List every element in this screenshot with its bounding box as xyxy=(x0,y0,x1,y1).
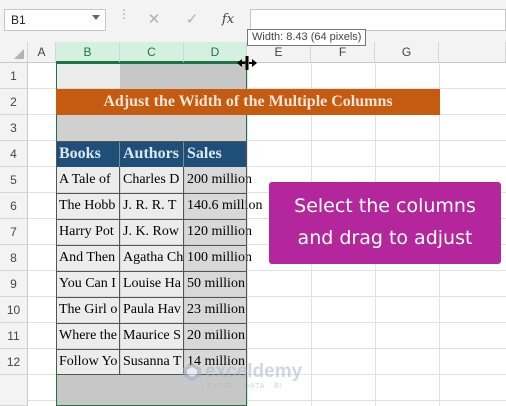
row-header-11[interactable]: 11 xyxy=(0,323,28,349)
row-header-12[interactable]: 12 xyxy=(0,349,28,375)
formula-input[interactable] xyxy=(250,9,506,31)
callout-line-1: Select the columns xyxy=(294,195,476,217)
row-header-2[interactable]: 2 xyxy=(0,89,28,115)
table-header-sales: Sales xyxy=(184,141,247,167)
resize-cursor-icon xyxy=(237,56,257,70)
select-all-icon xyxy=(14,49,24,59)
table-row-line xyxy=(56,297,247,298)
row-header-1[interactable]: 1 xyxy=(0,63,28,89)
table-cell-author[interactable]: Charles D xyxy=(120,167,184,193)
table-cell-sales[interactable]: 100 million xyxy=(184,245,252,271)
row-header-5[interactable]: 5 xyxy=(0,167,28,193)
table-cell-author[interactable]: J. K. Row xyxy=(120,219,184,245)
table-row-line xyxy=(56,349,247,350)
select-all-button[interactable] xyxy=(0,42,28,63)
table-header-authors: Authors xyxy=(120,141,184,167)
table-cell-author[interactable]: Paula Hav xyxy=(120,297,184,323)
table-cell-sales[interactable]: 200 million xyxy=(184,167,252,193)
row-header-13[interactable] xyxy=(0,375,28,406)
row-header-4[interactable]: 4 xyxy=(0,141,28,167)
table-cell-sales[interactable]: 23 million xyxy=(184,297,247,323)
table-row-line xyxy=(56,245,247,246)
column-header-h[interactable] xyxy=(439,42,506,63)
table-cell-book[interactable]: You Can I xyxy=(56,271,120,297)
enter-icon[interactable]: ✓ xyxy=(180,9,204,31)
function-icon[interactable]: fx xyxy=(216,9,240,31)
column-header-g[interactable]: G xyxy=(375,42,439,63)
table-cell-book[interactable]: And Then xyxy=(56,245,120,271)
dropdown-icon[interactable] xyxy=(92,15,100,20)
row-header-6[interactable]: 6 xyxy=(0,193,28,219)
watermark: exceldemy EXCEL · DATA · BI xyxy=(183,359,333,399)
row-header-8[interactable]: 8 xyxy=(0,245,28,271)
table-cell-author[interactable]: J. R. R. T xyxy=(120,193,184,219)
row-header-3[interactable]: 3 xyxy=(0,115,28,141)
sheet-title: Adjust the Width of the Multiple Columns xyxy=(56,89,440,115)
row-header-7[interactable]: 7 xyxy=(0,219,28,245)
table-cell-book[interactable]: Where the xyxy=(56,323,120,349)
column-header-b[interactable]: B xyxy=(56,42,120,63)
formula-bar-grip: ⋮ xyxy=(118,7,130,21)
row-header-10[interactable]: 10 xyxy=(0,297,28,323)
table-row-line xyxy=(56,271,247,272)
table-cell-author[interactable]: Agatha Ch xyxy=(120,245,184,271)
table-cell-author[interactable]: Louise Ha xyxy=(120,271,184,297)
table-row-line xyxy=(56,193,247,194)
table-cell-sales[interactable]: 120 million xyxy=(184,219,252,245)
table-header-books: Books xyxy=(56,141,120,167)
name-box-value: B1 xyxy=(11,13,26,27)
table-cell-author[interactable]: Susanna T xyxy=(120,349,184,375)
name-box[interactable]: B1 xyxy=(4,9,106,31)
cancel-icon[interactable]: ✕ xyxy=(142,9,166,31)
table-cell-sales[interactable]: 50 million xyxy=(184,271,247,297)
table-row-line xyxy=(56,323,247,324)
column-header-c[interactable]: C xyxy=(120,42,184,63)
table-cell-book[interactable]: Follow Yo xyxy=(56,349,120,375)
exceldemy-logo-icon xyxy=(183,363,201,381)
table-cell-sales[interactable]: 20 million xyxy=(184,323,247,349)
table-row-line xyxy=(56,219,247,220)
watermark-name: exceldemy xyxy=(205,361,303,382)
watermark-tagline: EXCEL · DATA · BI xyxy=(207,383,283,390)
table-cell-book[interactable]: The Hobb xyxy=(56,193,120,219)
table-cell-author[interactable]: Maurice S xyxy=(120,323,184,349)
table-cell-book[interactable]: The Girl o xyxy=(56,297,120,323)
column-header-a[interactable]: A xyxy=(28,42,56,63)
table-cell-sales[interactable]: 140.6 million xyxy=(184,193,262,219)
table-cell-book[interactable]: Harry Pot xyxy=(56,219,120,245)
callout-line-2: and drag to adjust xyxy=(297,227,473,249)
row-header-9[interactable]: 9 xyxy=(0,271,28,297)
instruction-callout: Select the columns and drag to adjust xyxy=(269,182,501,264)
column-width-tooltip: Width: 8.43 (64 pixels) xyxy=(247,29,367,46)
table-cell-book[interactable]: A Tale of xyxy=(56,167,120,193)
